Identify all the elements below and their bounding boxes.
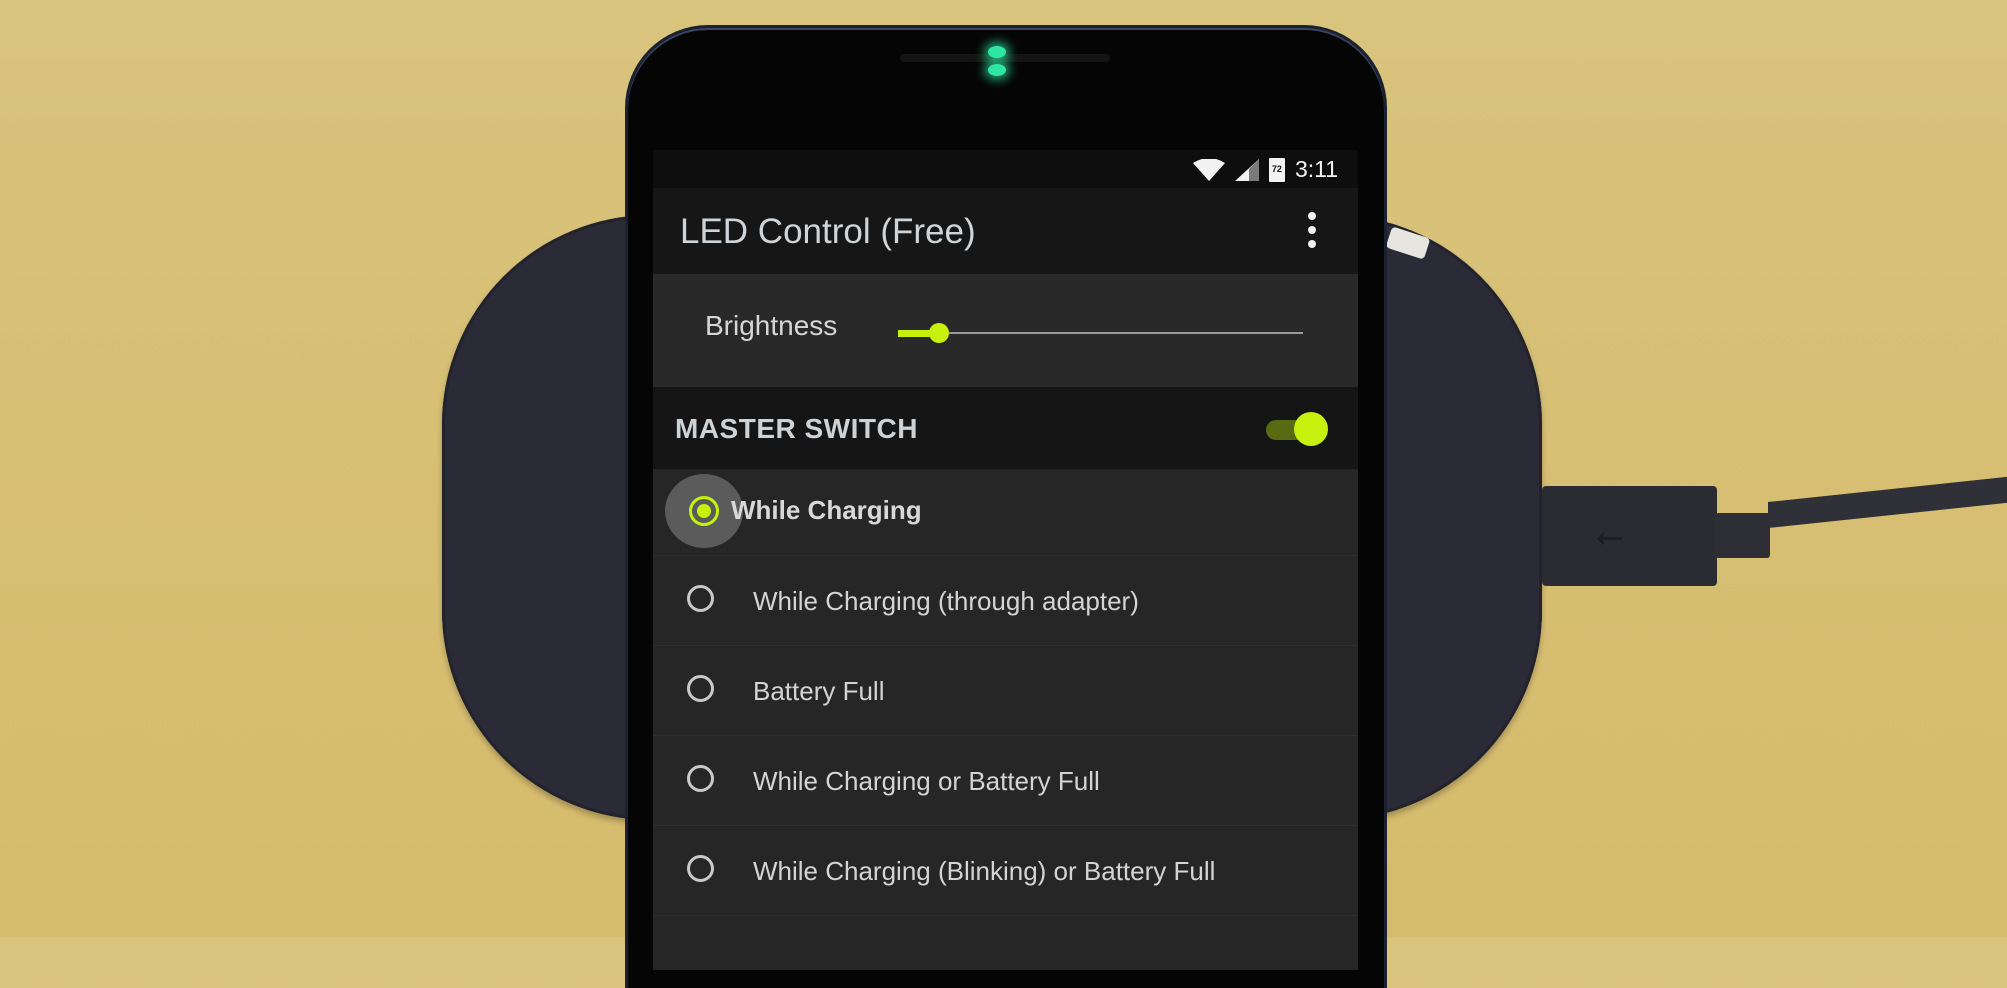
battery-level: 72 <box>1271 163 1282 174</box>
phone: 72 3:11 LED Control (Free) Brightness MA… <box>628 28 1384 988</box>
cell-signal-icon <box>1234 158 1259 181</box>
app-title: LED Control (Free) <box>680 212 976 251</box>
usb-plug-neck <box>1715 513 1770 558</box>
usb-icon: ⭠ <box>1595 515 1624 556</box>
option-label: While Charging <box>731 495 922 525</box>
radio-button-checked-icon[interactable] <box>689 496 719 526</box>
clock: 3:11 <box>1294 156 1338 182</box>
slider-track <box>898 332 1303 334</box>
battery-charging-icon: 72 <box>1268 157 1285 182</box>
master-switch-label: MASTER SWITCH <box>675 413 918 444</box>
option-label: While Charging (Blinking) or Battery Ful… <box>753 856 1216 886</box>
radio-button-icon[interactable] <box>687 765 714 792</box>
switch-thumb <box>1294 412 1328 446</box>
option-label: While Charging or Battery Full <box>753 766 1100 796</box>
radio-button-icon[interactable] <box>687 585 714 612</box>
app-screen: 72 3:11 LED Control (Free) Brightness MA… <box>653 150 1358 970</box>
brightness-slider[interactable] <box>898 323 1303 343</box>
usb-cable <box>1768 474 2007 588</box>
radio-button-icon[interactable] <box>687 675 714 702</box>
option-while-charging[interactable]: While Charging <box>653 469 1358 556</box>
notification-led-reflection <box>988 64 1006 76</box>
brightness-row: Brightness <box>653 274 1358 387</box>
master-switch-row: MASTER SWITCH <box>653 387 1358 469</box>
brightness-label: Brightness <box>705 310 838 341</box>
usb-plug <box>1542 486 1717 586</box>
option-blinking-or-full[interactable]: While Charging (Blinking) or Battery Ful… <box>653 826 1358 916</box>
option-label: Battery Full <box>753 676 885 706</box>
wifi-icon <box>1192 158 1225 181</box>
radio-button-icon[interactable] <box>687 855 714 882</box>
earpiece-speaker <box>900 54 1110 62</box>
option-battery-full[interactable]: Battery Full <box>653 646 1358 736</box>
option-charging-or-full[interactable]: While Charging or Battery Full <box>653 736 1358 826</box>
more-vert-icon[interactable] <box>1304 212 1320 248</box>
led-mode-options: While Charging While Charging (through a… <box>653 469 1358 916</box>
app-bar: LED Control (Free) <box>653 188 1358 274</box>
option-label: While Charging (through adapter) <box>753 586 1139 616</box>
slider-thumb[interactable] <box>928 323 949 343</box>
notification-led-icon <box>988 46 1006 58</box>
option-while-charging-adapter[interactable]: While Charging (through adapter) <box>653 556 1358 646</box>
status-bar: 72 3:11 <box>653 150 1358 188</box>
master-switch-toggle[interactable] <box>1266 412 1328 446</box>
